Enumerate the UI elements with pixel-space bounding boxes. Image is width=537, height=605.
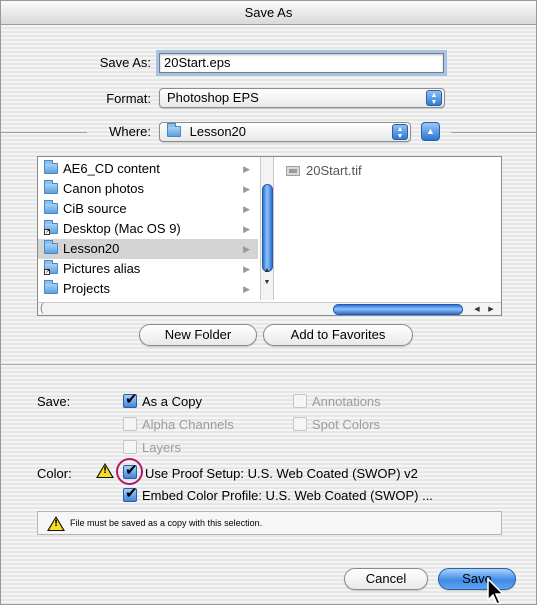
folder-icon <box>167 123 181 137</box>
format-value: Photoshop EPS <box>167 90 259 105</box>
disclosure-arrow-icon: ▶ <box>243 184 250 194</box>
disclosure-arrow-icon: ▶ <box>243 204 250 214</box>
window-title: Save As <box>1 1 536 25</box>
folder-row[interactable]: Projects ▶ <box>38 279 258 299</box>
warning-icon <box>47 516 65 531</box>
use-proof-setup-label: Use Proof Setup: U.S. Web Coated (SWOP) … <box>145 466 418 481</box>
image-file-icon <box>286 166 300 176</box>
layers-checkbox[interactable] <box>123 440 137 454</box>
folder-name: AE6_CD content <box>63 161 160 176</box>
file-name: 20Start.tif <box>306 163 362 178</box>
as-a-copy-checkbox[interactable] <box>123 390 138 408</box>
embed-color-profile-checkbox[interactable] <box>123 484 138 502</box>
disclosure-arrow-icon: ▶ <box>243 244 250 254</box>
folder-name: Projects <box>63 281 110 296</box>
alpha-channels-checkbox[interactable] <box>123 417 137 431</box>
file-browser: AE6_CD content ▶ Canon photos ▶ CiB source ▶ ↗… <box>37 156 502 316</box>
folder-row[interactable]: ↗ Pictures alias ▶ <box>38 259 258 279</box>
folder-row[interactable]: Canon photos ▶ <box>38 179 258 199</box>
color-options-label: Color: <box>37 466 72 481</box>
folder-row[interactable]: AE6_CD content ▶ <box>38 159 258 179</box>
folder-icon <box>44 180 58 194</box>
spot-colors-checkbox[interactable] <box>293 417 307 431</box>
horizontal-scrollbar[interactable]: ( ◀ ▶ <box>38 302 501 315</box>
folder-name: CiB source <box>63 201 127 216</box>
add-to-favorites-button[interactable]: Add to Favorites <box>263 324 413 346</box>
folder-icon <box>44 200 58 214</box>
horizontal-scroll-thumb[interactable] <box>333 304 463 315</box>
save-options-label: Save: <box>37 394 71 409</box>
where-label: Where: <box>109 124 151 139</box>
alias-folder-icon: ↗ <box>44 260 58 275</box>
warning-icon <box>96 463 114 478</box>
layers-label: Layers <box>142 440 182 455</box>
disclosure-arrow-icon: ▶ <box>243 164 250 174</box>
file-row[interactable]: 20Start.tif <box>286 163 362 178</box>
section-separator <box>1 364 536 365</box>
where-divider-right <box>451 132 536 133</box>
annotations-label: Annotations <box>312 394 381 409</box>
warning-message-text: File must be saved as a copy with this s… <box>70 518 263 528</box>
folder-icon <box>44 280 58 294</box>
popup-arrows-icon: ▲ ▼ <box>392 124 408 140</box>
annotations-checkbox[interactable] <box>293 394 307 408</box>
expand-collapse-button[interactable]: ▲ <box>421 122 440 141</box>
disclosure-arrow-icon: ▶ <box>243 264 250 274</box>
format-label: Format: <box>106 91 151 106</box>
alias-arrow-icon: ↗ <box>44 269 51 275</box>
folder-name: Lesson20 <box>63 241 120 256</box>
folder-name: Canon photos <box>63 181 144 196</box>
alias-arrow-icon: ↗ <box>44 229 51 235</box>
warning-message-box: File must be saved as a copy with this s… <box>37 511 502 535</box>
folder-row[interactable]: ↗ Desktop (Mac OS 9) ▶ <box>38 219 258 239</box>
cancel-button[interactable]: Cancel <box>344 568 428 590</box>
scroll-cap-icon: ( <box>40 302 44 314</box>
new-folder-button[interactable]: New Folder <box>139 324 257 346</box>
folder-column: AE6_CD content ▶ Canon photos ▶ CiB source ▶ ↗… <box>38 157 258 302</box>
folder-icon <box>44 240 58 254</box>
scroll-down-arrow-icon[interactable]: ▼ <box>261 277 273 288</box>
scroll-left-arrow-icon[interactable]: ◀ <box>471 303 483 315</box>
popup-arrows-icon: ▲ ▼ <box>426 90 442 106</box>
disclosure-arrow-icon: ▶ <box>243 224 250 234</box>
folder-name: Pictures alias <box>63 261 141 276</box>
spot-colors-label: Spot Colors <box>312 417 380 432</box>
folder-name: Desktop (Mac OS 9) <box>63 221 181 236</box>
embed-color-profile-label: Embed Color Profile: U.S. Web Coated (SW… <box>142 488 433 503</box>
alias-folder-icon: ↗ <box>44 220 58 235</box>
folder-row[interactable]: Lesson20 ▶ <box>38 239 258 259</box>
filename-field[interactable]: 20Start.eps <box>159 53 444 73</box>
where-popup[interactable]: Lesson20 ▲ ▼ <box>159 122 411 142</box>
save-as-label: Save As: <box>99 55 151 70</box>
folder-row[interactable]: CiB source ▶ <box>38 199 258 219</box>
format-popup[interactable]: Photoshop EPS ▲ ▼ <box>159 88 445 108</box>
disclosure-arrow-icon: ▶ <box>243 284 250 294</box>
as-a-copy-label: As a Copy <box>142 394 202 409</box>
mouse-cursor-icon <box>487 578 505 604</box>
scroll-up-arrow-icon[interactable]: ▲ <box>261 265 273 276</box>
where-value: Lesson20 <box>189 124 247 139</box>
folder-icon <box>44 160 58 174</box>
file-column: 20Start.tif <box>276 157 501 302</box>
highlight-circle <box>116 458 143 485</box>
vertical-scroll-thumb[interactable] <box>262 184 273 272</box>
save-as-dialog: Save As Save As: 20Start.eps Format: Pho… <box>0 0 537 605</box>
vertical-scrollbar[interactable]: ▲ ▼ <box>260 157 274 300</box>
alpha-channels-label: Alpha Channels <box>142 417 234 432</box>
scroll-right-arrow-icon[interactable]: ▶ <box>485 303 497 315</box>
